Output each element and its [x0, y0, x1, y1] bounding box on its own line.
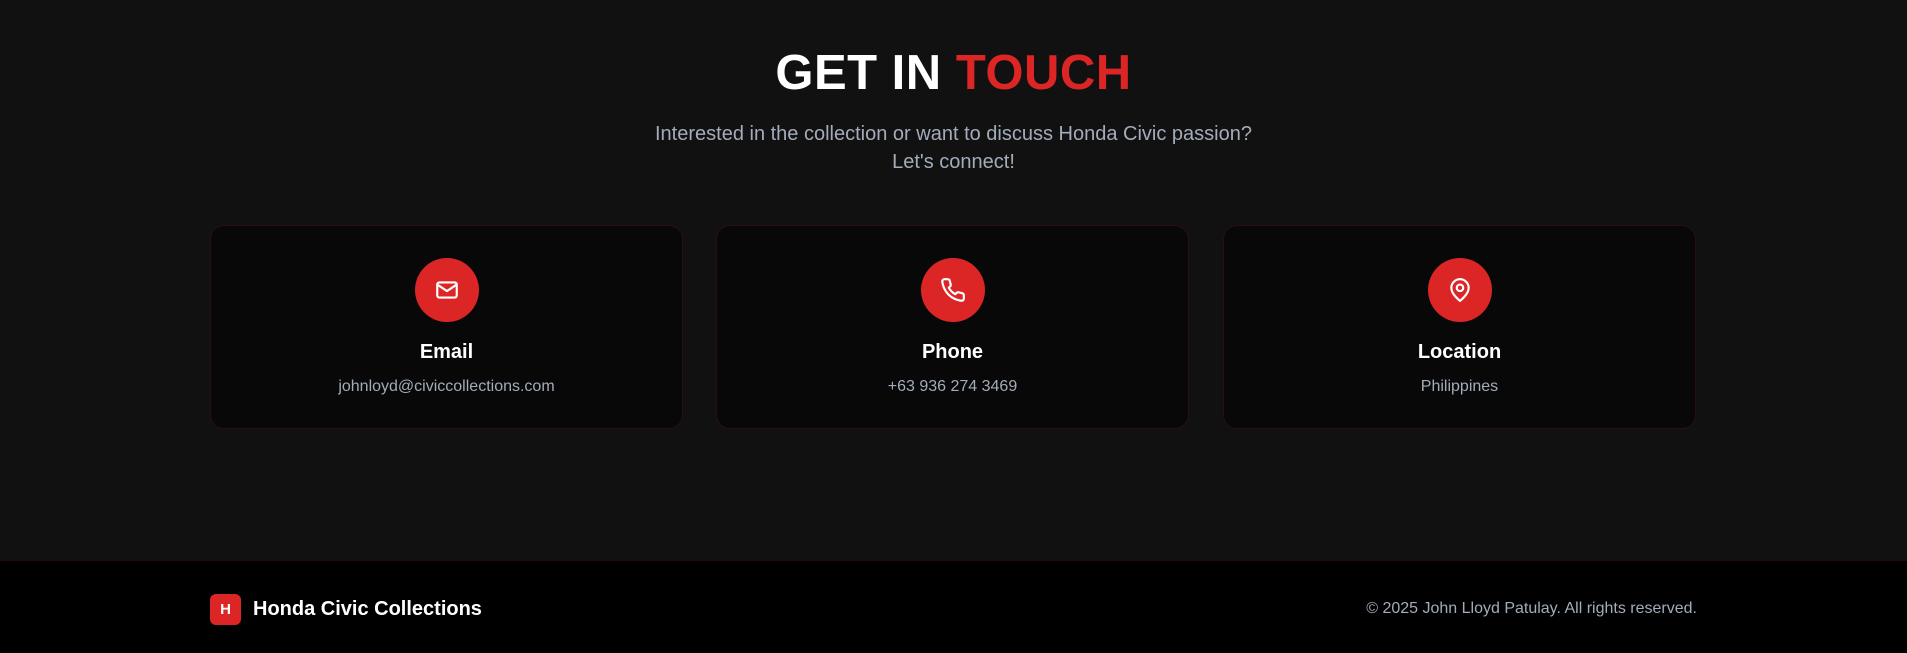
section-title: GET IN TOUCH: [0, 44, 1907, 102]
copyright-text: © 2025 John Lloyd Patulay. All rights re…: [1366, 600, 1697, 617]
phone-icon: [921, 258, 985, 322]
brand-logo: H: [210, 593, 241, 625]
section-title-part1: GET IN: [775, 46, 942, 100]
map-pin-icon: [1428, 258, 1492, 322]
email-value[interactable]: johnloyd@civiccollections.com: [211, 376, 682, 398]
location-card-title: Location: [1417, 341, 1502, 363]
section-title-part2: TOUCH: [955, 46, 1132, 100]
page: GET IN TOUCH Interested in the collectio…: [0, 0, 1907, 653]
contact-cards: Email johnloyd@civiccollections.com Phon…: [210, 225, 1697, 430]
email-card: Email johnloyd@civiccollections.com: [210, 225, 683, 429]
location-card: Location Philippines: [1223, 225, 1696, 429]
mail-icon: [415, 258, 479, 322]
phone-card: Phone +63 936 274 3469: [716, 225, 1189, 429]
contact-section: GET IN TOUCH Interested in the collectio…: [0, 0, 1907, 560]
footer-brand[interactable]: H Honda Civic Collections: [210, 593, 482, 625]
phone-card-title: Phone: [921, 341, 984, 363]
section-subtitle: Interested in the collection or want to …: [0, 120, 1907, 176]
footer: H Honda Civic Collections © 2025 John Ll…: [0, 560, 1907, 653]
email-card-title: Email: [419, 341, 474, 363]
location-value: Philippines: [1420, 378, 1499, 395]
subtitle-line-1: Interested in the collection or want to …: [655, 123, 1252, 145]
subtitle-line-2: Let's connect!: [892, 151, 1015, 173]
phone-value[interactable]: +63 936 274 3469: [717, 376, 1188, 398]
brand-name: Honda Civic Collections: [253, 597, 482, 620]
